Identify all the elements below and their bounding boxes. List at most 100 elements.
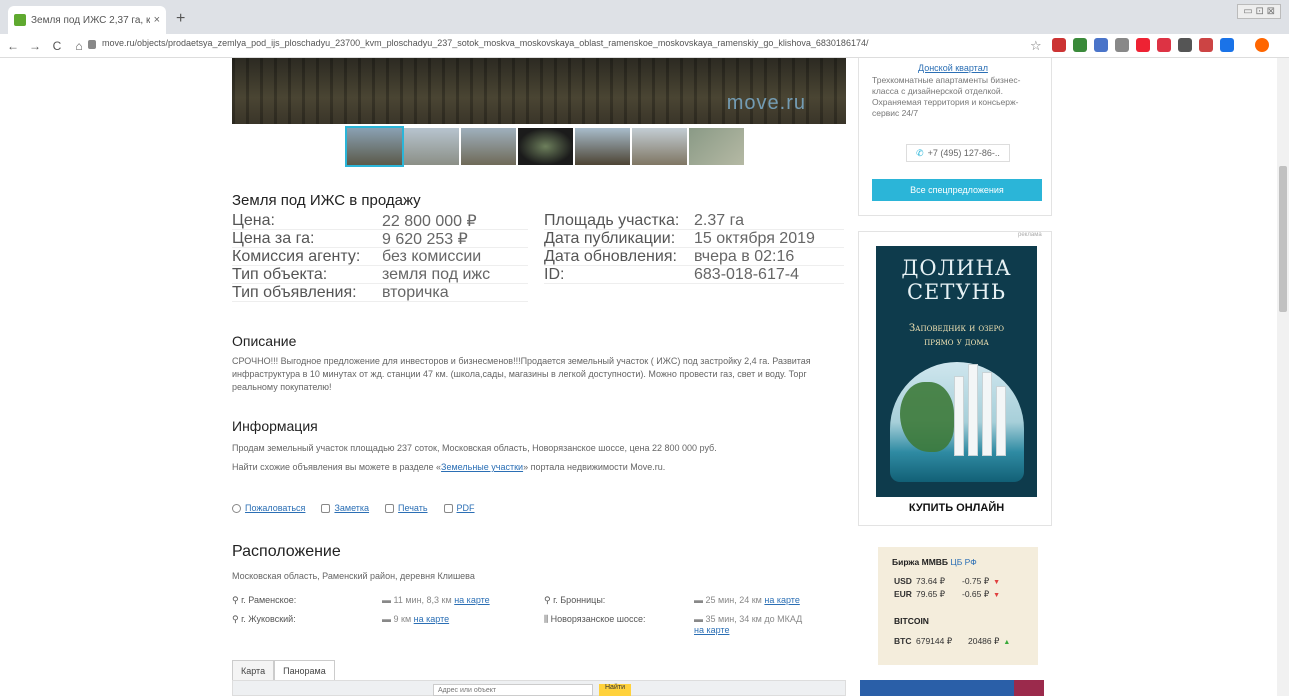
extension-icon[interactable] bbox=[1073, 38, 1087, 52]
tab-panorama[interactable]: Панорама bbox=[274, 660, 335, 682]
fx-row-btc: BTC 679144 ₽20486 ₽ ▲ bbox=[894, 636, 1011, 646]
photo-thumbnail[interactable] bbox=[632, 128, 687, 165]
page-scrollbar[interactable] bbox=[1277, 58, 1289, 696]
profile-avatar[interactable] bbox=[1255, 38, 1269, 52]
ad-label: реклама bbox=[1018, 232, 1042, 238]
location-row: ⚲ г. Бронницы: bbox=[544, 595, 606, 605]
scrollbar-thumb[interactable] bbox=[1279, 166, 1287, 312]
ad-buy-online-button[interactable]: КУПИТЬ ОНЛАЙН bbox=[876, 497, 1037, 519]
fx-row-eur: EUR 79.65 ₽ -0.65 ₽ ▼ bbox=[894, 589, 1001, 599]
location-distance: ▬ 11 мин, 8,3 км на карте bbox=[382, 595, 490, 605]
lock-icon bbox=[88, 40, 96, 49]
extension-icon[interactable] bbox=[1178, 38, 1192, 52]
new-tab-button[interactable]: + bbox=[176, 10, 185, 28]
arrow-up-icon: ▲ bbox=[1003, 639, 1011, 646]
location-row: ⚲ г. Раменское: bbox=[232, 595, 297, 605]
ad-banner-bottom[interactable] bbox=[860, 680, 1044, 696]
fx-row-usd: USD 73.64 ₽ -0.75 ₽ ▼ bbox=[894, 576, 1001, 586]
road-icon: ⫼ bbox=[544, 614, 551, 624]
bookmark-star-icon[interactable]: ☆ bbox=[1030, 38, 1042, 54]
extension-icon[interactable] bbox=[1199, 38, 1213, 52]
location-distance: ▬ 25 мин, 24 км на карте bbox=[694, 595, 800, 605]
ad-subtitle: Заповедник и озеро прямо у дома bbox=[908, 323, 1005, 348]
spec-row: ID: 683-018-617-4 bbox=[544, 266, 844, 284]
ad-banner[interactable]: ДОЛИНА СЕТУНЬ Заповедник и озеро прямо у… bbox=[876, 246, 1037, 519]
extensions-bar bbox=[1052, 38, 1276, 52]
url-input[interactable]: move.ru/objects/prodaetsya_zemlya_pod_ij… bbox=[88, 38, 1018, 54]
photo-thumbnail[interactable] bbox=[575, 128, 630, 165]
photo-thumbnail-map[interactable] bbox=[689, 128, 744, 165]
location-distance: ▬ 35 мин, 34 км до МКАД на карте bbox=[694, 614, 803, 635]
photo-thumbnails bbox=[345, 126, 746, 167]
forward-button[interactable]: → bbox=[26, 39, 44, 53]
promo-link[interactable]: Донской квартал bbox=[918, 63, 988, 73]
map-search-input[interactable] bbox=[433, 684, 593, 696]
spec-row: Дата публикации: 15 октября 2019 bbox=[544, 230, 844, 248]
show-on-map-link[interactable]: на карте bbox=[764, 595, 799, 605]
note-icon bbox=[321, 503, 331, 513]
pdf-button[interactable]: PDF bbox=[443, 503, 475, 513]
map-find-button[interactable]: Найти bbox=[599, 684, 631, 696]
map-tabs: Карта Панорама bbox=[232, 660, 335, 682]
location-row: ⚲ г. Жуковский: bbox=[232, 614, 296, 624]
promo-phone-button[interactable]: ✆ +7 (495) 127-86-.. bbox=[906, 144, 1010, 162]
browser-tab[interactable]: Земля под ИЖС 2,37 га, купит… × bbox=[8, 6, 166, 34]
promo-text: Трехкомнатные апартаменты бизнес-класса … bbox=[872, 75, 1021, 118]
listing-actions: Пожаловаться Заметка Печать PDF bbox=[232, 503, 491, 513]
note-button[interactable]: Заметка bbox=[321, 503, 369, 513]
photo-thumbnail[interactable] bbox=[518, 128, 573, 165]
spec-row: Дата обновления: вчера в 02:16 bbox=[544, 248, 844, 266]
car-icon: ▬ bbox=[382, 614, 394, 624]
map-pin-icon: ⚲ bbox=[544, 595, 554, 605]
phone-icon: ✆ bbox=[916, 147, 924, 158]
all-offers-button[interactable]: Все спецпредложения bbox=[872, 179, 1042, 201]
browser-tab-bar: Земля под ИЖС 2,37 га, купит… × + ▭ ⊡ ⊠ bbox=[0, 0, 1289, 34]
bitcoin-title: BITCOIN bbox=[894, 616, 929, 626]
window-controls[interactable]: ▭ ⊡ ⊠ bbox=[1237, 4, 1281, 19]
arrow-down-icon: ▼ bbox=[993, 592, 1001, 599]
reload-button[interactable]: C bbox=[48, 39, 66, 53]
car-icon: ▬ bbox=[694, 595, 706, 605]
back-button[interactable]: ← bbox=[4, 39, 22, 53]
show-on-map-link[interactable]: на карте bbox=[414, 614, 449, 624]
show-on-map-link[interactable]: на карте bbox=[454, 595, 489, 605]
photo-thumbnail[interactable] bbox=[404, 128, 459, 165]
information-title: Информация bbox=[232, 418, 318, 434]
pdf-icon bbox=[443, 503, 453, 513]
information-text: Продам земельный участок площадью 237 со… bbox=[232, 443, 717, 453]
print-button[interactable]: Печать bbox=[385, 503, 428, 513]
location-title: Расположение bbox=[232, 543, 341, 560]
show-on-map-link[interactable]: на карте bbox=[694, 625, 729, 635]
report-button[interactable]: Пожаловаться bbox=[232, 503, 305, 513]
extension-icon[interactable] bbox=[1052, 38, 1066, 52]
tab-map[interactable]: Карта bbox=[232, 660, 275, 682]
listing-title: Земля под ИЖС в продажу bbox=[232, 192, 421, 209]
spec-row: Цена: 22 800 000 ₽ bbox=[232, 212, 528, 230]
ad-title: ДОЛИНА bbox=[901, 256, 1012, 280]
tab-close-icon[interactable]: × bbox=[154, 14, 160, 26]
spec-row: Тип объявления: вторичка bbox=[232, 284, 528, 302]
photo-thumbnail[interactable] bbox=[345, 126, 404, 167]
car-icon: ▬ bbox=[694, 614, 706, 624]
spec-row: Комиссия агенту: без комиссии bbox=[232, 248, 528, 266]
map-view[interactable]: Найти bbox=[232, 680, 846, 696]
location-address: Московская область, Раменский район, дер… bbox=[232, 571, 475, 581]
home-button[interactable]: ⌂ bbox=[70, 39, 88, 53]
spec-row: Тип объекта: земля под ижс bbox=[232, 266, 528, 284]
photo-thumbnail[interactable] bbox=[461, 128, 516, 165]
extension-icon[interactable] bbox=[1136, 38, 1150, 52]
arrow-down-icon: ▼ bbox=[993, 579, 1001, 586]
extension-icon[interactable] bbox=[1220, 38, 1234, 52]
url-text: move.ru/objects/prodaetsya_zemlya_pod_ij… bbox=[102, 38, 869, 48]
listing-main-photo[interactable]: move.ru bbox=[232, 58, 846, 124]
map-pin-icon: ⚲ bbox=[232, 595, 242, 605]
extension-icon[interactable] bbox=[1157, 38, 1171, 52]
location-row: ⫼ Новорязанское шоссе: bbox=[544, 614, 646, 624]
description-text: СРОЧНО!!! Выгодное предложение для инвес… bbox=[232, 356, 811, 392]
extension-icon[interactable] bbox=[1115, 38, 1129, 52]
cb-rf-link[interactable]: ЦБ РФ bbox=[950, 557, 976, 567]
extension-icon[interactable] bbox=[1094, 38, 1108, 52]
category-link[interactable]: Земельные участки bbox=[441, 462, 523, 472]
alert-icon bbox=[232, 503, 241, 513]
spec-row: Площадь участка: 2.37 га bbox=[544, 212, 844, 230]
